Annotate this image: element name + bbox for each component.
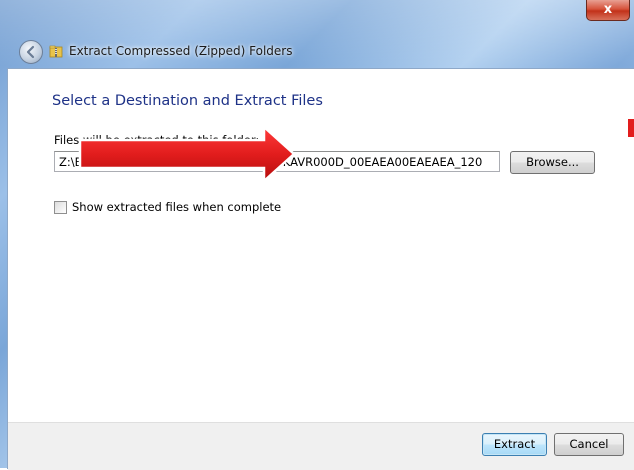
red-arrow-annotation-icon [78, 124, 296, 184]
browse-button[interactable]: Browse... [510, 151, 595, 174]
title-bar: Extract Compressed (Zipped) Folders [49, 41, 293, 61]
extract-button[interactable]: Extract [482, 433, 547, 456]
page-heading: Select a Destination and Extract Files [52, 93, 323, 109]
back-arrow-icon [26, 45, 35, 59]
cancel-button[interactable]: Cancel [554, 433, 624, 456]
show-files-label: Show extracted files when complete [72, 200, 282, 214]
window-title: Extract Compressed (Zipped) Folders [69, 44, 293, 58]
close-button[interactable]: x [586, 0, 630, 21]
close-icon: x [603, 2, 613, 17]
folder-zip-icon [49, 45, 63, 58]
button-bar: Extract Cancel [8, 422, 634, 470]
show-files-option[interactable]: Show extracted files when complete [54, 200, 281, 214]
show-files-checkbox[interactable] [54, 200, 67, 214]
red-annotation-marker [628, 119, 634, 137]
back-button[interactable] [19, 40, 43, 64]
